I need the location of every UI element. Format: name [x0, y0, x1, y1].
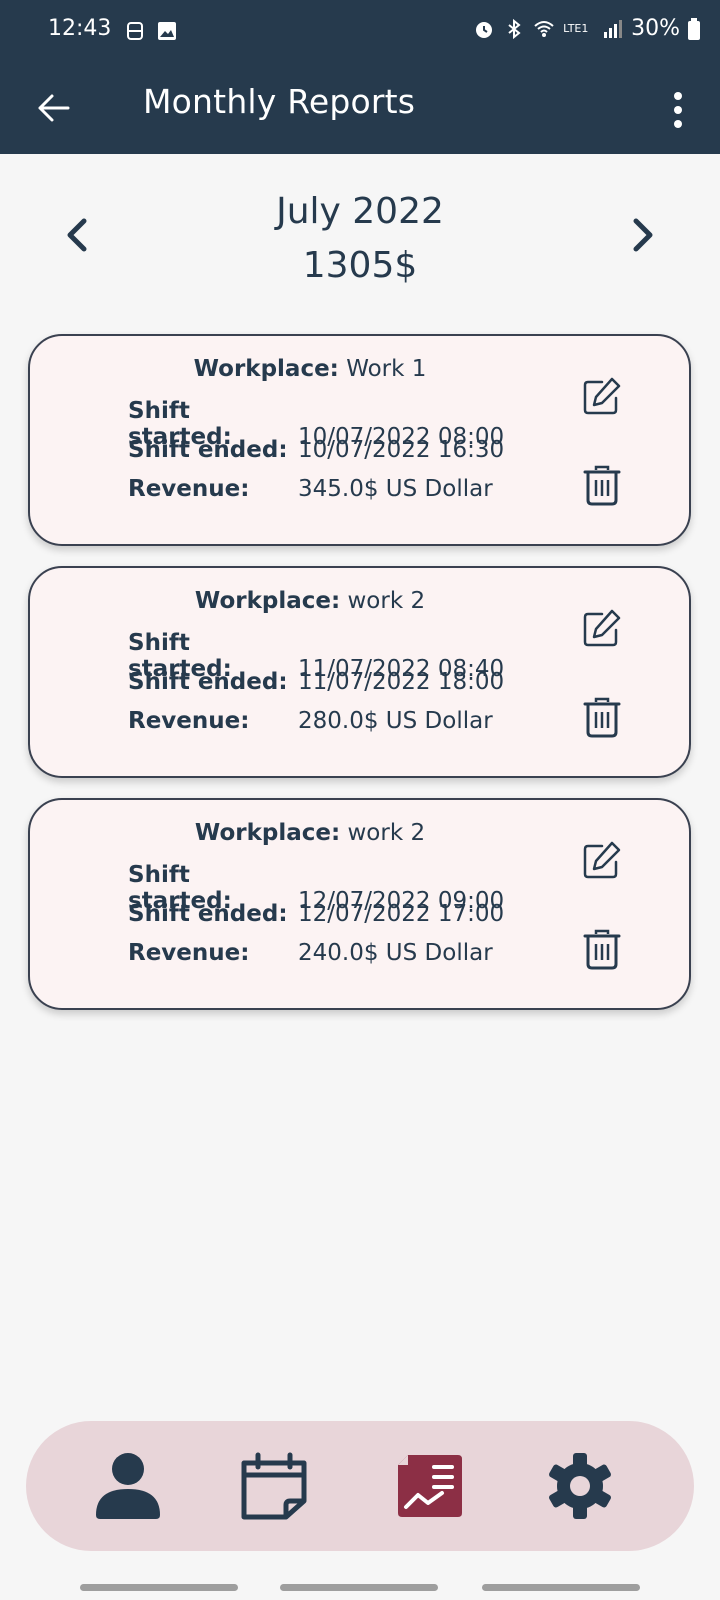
workplace-label: Workplace: — [193, 356, 339, 382]
workplace-line: Workplace: work 2 — [30, 820, 590, 846]
status-time: 12:43 — [48, 16, 112, 41]
workplace-value: Work 1 — [346, 356, 427, 382]
bluetooth-icon — [508, 18, 521, 39]
shift-ended-value: 12/07/2022 17:00 — [298, 901, 505, 927]
alarm-icon — [476, 21, 493, 38]
shift-card: Workplace: work 2 Shift started: 11/07/20… — [28, 566, 691, 778]
workplace-value: work 2 — [347, 588, 426, 614]
shift-list: Workplace: Work 1 Shift started: 10/07/20… — [18, 334, 704, 1030]
reports-icon[interactable] — [394, 1451, 466, 1521]
month-total: 1305$ — [302, 245, 418, 286]
revenue-value: 345.0$ US Dollar — [298, 476, 493, 502]
shift-ended-value: 10/07/2022 16:30 — [298, 437, 505, 463]
revenue-value: 280.0$ US Dollar — [298, 708, 493, 734]
delete-trash-icon[interactable] — [582, 696, 622, 738]
status-bar: 12:43 LTE1 30% — [0, 0, 720, 60]
delete-trash-icon[interactable] — [582, 928, 622, 970]
workplace-line: Workplace: Work 1 — [30, 356, 590, 382]
settings-gear-icon[interactable] — [544, 1451, 616, 1521]
edit-icon[interactable] — [582, 608, 622, 648]
page-title: Monthly Reports — [143, 82, 416, 121]
wifi-icon — [534, 20, 554, 37]
shift-card: Workplace: work 2 Shift started: 12/07/20… — [28, 798, 691, 1010]
bottom-navigation — [26, 1421, 694, 1551]
edit-icon[interactable] — [582, 376, 622, 416]
notification-icon — [127, 22, 143, 40]
shift-ended-value: 11/07/2022 18:00 — [298, 669, 505, 695]
person-icon[interactable] — [92, 1451, 164, 1521]
workplace-label: Workplace: — [194, 588, 341, 614]
edit-icon[interactable] — [582, 840, 622, 880]
more-options-icon[interactable] — [660, 86, 696, 134]
network-label: LTE1 — [563, 22, 589, 35]
workplace-label: Workplace: — [194, 820, 341, 846]
back-arrow-icon[interactable] — [30, 84, 78, 132]
calendar-icon[interactable] — [238, 1451, 310, 1521]
gallery-icon — [158, 22, 176, 40]
app-bar: Monthly Reports — [0, 60, 720, 154]
delete-trash-icon[interactable] — [582, 464, 622, 506]
shift-ended-label: Shift ended: — [128, 669, 288, 695]
battery-percent: 30% — [631, 16, 680, 41]
revenue-value: 240.0$ US Dollar — [298, 940, 493, 966]
nav-gesture-bar-center — [280, 1584, 438, 1591]
next-month-chevron-icon[interactable] — [622, 211, 662, 259]
signal-icon — [604, 19, 623, 38]
revenue-label: Revenue: — [128, 940, 250, 966]
nav-gesture-bar-left — [80, 1584, 238, 1591]
battery-icon — [688, 17, 700, 40]
workplace-line: Workplace: work 2 — [30, 588, 590, 614]
revenue-label: Revenue: — [128, 708, 250, 734]
month-navigation: July 2022 1305$ — [0, 185, 720, 295]
workplace-value: work 2 — [347, 820, 426, 846]
shift-ended-label: Shift ended: — [128, 901, 288, 927]
month-label: July 2022 — [276, 191, 444, 232]
nav-gesture-bar-right — [482, 1584, 640, 1591]
shift-card: Workplace: Work 1 Shift started: 10/07/20… — [28, 334, 691, 546]
revenue-label: Revenue: — [128, 476, 250, 502]
shift-ended-label: Shift ended: — [128, 437, 288, 463]
